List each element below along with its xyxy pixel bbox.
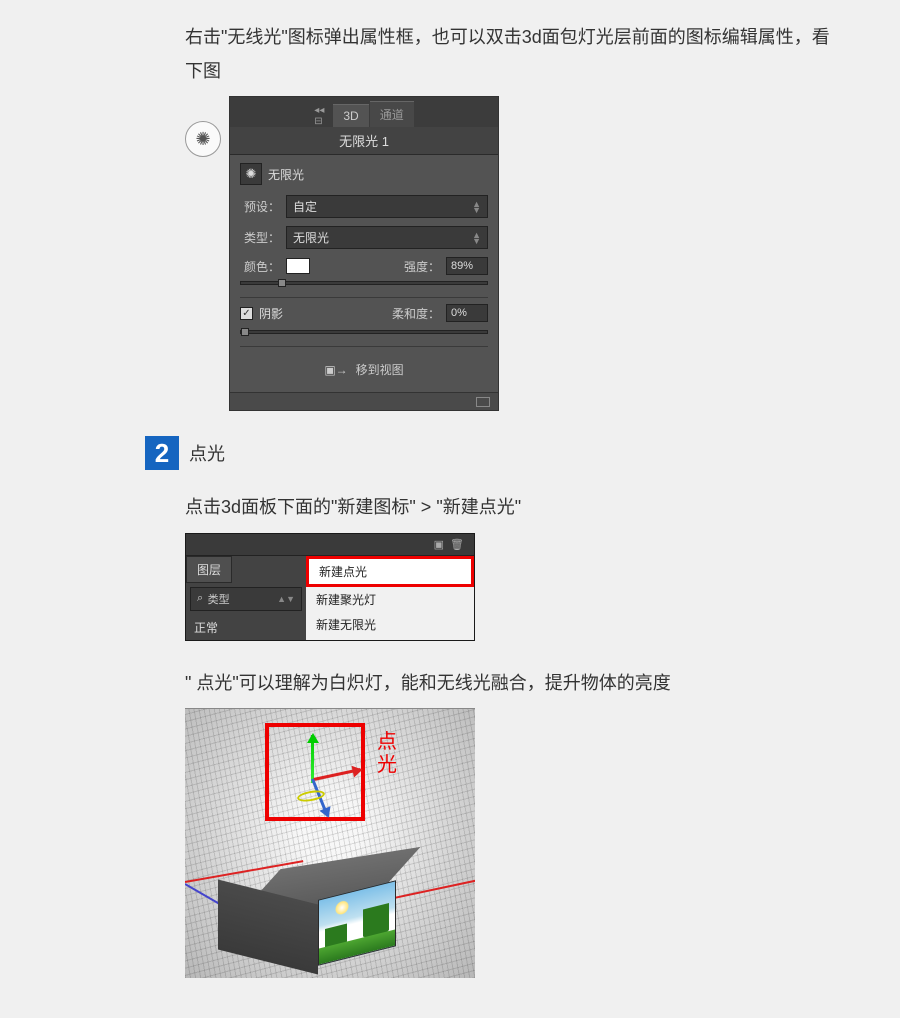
move-to-view-button[interactable]: ▣→ 移到视图 bbox=[240, 355, 488, 384]
new-icon[interactable]: ▣ bbox=[434, 538, 444, 551]
preset-value: 自定 bbox=[293, 198, 317, 215]
intensity-label: 强度： bbox=[404, 258, 440, 275]
intensity-input[interactable]: 89% bbox=[446, 257, 488, 275]
panel-footer bbox=[230, 392, 498, 410]
type-value: 无限光 bbox=[293, 229, 329, 246]
layers-tab[interactable]: 图层 bbox=[186, 556, 232, 583]
properties-panel: ◂◂⊟ 3D 通道 无限光 1 ✺ 无限光 预设： 自定 ▲▼ 类 bbox=[229, 96, 499, 411]
gizmo-y-axis bbox=[311, 735, 314, 783]
type-select[interactable]: 无限光 ▲▼ bbox=[286, 226, 488, 249]
trash-icon[interactable]: 🗑 bbox=[450, 538, 464, 551]
color-swatch[interactable] bbox=[286, 258, 310, 274]
instruction-paragraph: 点击3d面板下面的"新建图标" > "新建点光" bbox=[185, 490, 830, 524]
dropdown-arrows-icon: ▲▼ bbox=[472, 232, 481, 245]
type-label: 类型： bbox=[240, 229, 280, 246]
annotation-label: 点光 bbox=[377, 731, 397, 777]
step-number-badge: 2 bbox=[145, 436, 179, 470]
color-label: 颜色： bbox=[240, 258, 280, 275]
menu-new-point-light[interactable]: 新建点光 bbox=[306, 556, 474, 587]
infinite-light-icon[interactable]: ✺ bbox=[240, 163, 262, 185]
panel-collapse-icons: ◂◂⊟ bbox=[314, 105, 324, 127]
light-type-name: 无限光 bbox=[268, 166, 304, 183]
move-to-view-icon: ▣→ bbox=[324, 363, 347, 377]
divider bbox=[240, 297, 488, 298]
shadow-label: 阴影 bbox=[259, 305, 283, 322]
intro-paragraph: 右击"无线光"图标弹出属性框，也可以双击3d面包灯光层前面的图标编辑属性，看下图 bbox=[185, 20, 830, 88]
filter-label: 类型 bbox=[208, 591, 230, 607]
slider-thumb[interactable] bbox=[241, 328, 249, 336]
texture-sun bbox=[335, 899, 349, 916]
menu-new-infinite-light[interactable]: 新建无限光 bbox=[306, 612, 474, 637]
move-to-view-label: 移到视图 bbox=[356, 361, 404, 378]
dropdown-arrows-icon: ▲▼ bbox=[277, 594, 295, 604]
softness-slider[interactable] bbox=[240, 330, 488, 334]
cube-object bbox=[240, 884, 380, 978]
layers-panel-with-menu: ▣ 🗑 图层 ⌕ 类型 ▲▼ 正常 新建点光 新建聚光灯 新建无限光 bbox=[185, 533, 475, 641]
intensity-slider[interactable] bbox=[240, 281, 488, 285]
softness-label: 柔和度： bbox=[392, 305, 440, 322]
shadow-checkbox[interactable]: ✓ bbox=[240, 307, 253, 320]
dropdown-arrows-icon: ▲▼ bbox=[472, 201, 481, 214]
panel-title: 无限光 1 bbox=[230, 127, 498, 155]
viewport-screenshot: 点光 bbox=[185, 708, 475, 978]
divider bbox=[240, 346, 488, 347]
preset-label: 预设： bbox=[240, 198, 280, 215]
light-bulb-icon: ✺ bbox=[185, 121, 221, 157]
search-icon: ⌕ bbox=[197, 592, 203, 605]
blend-mode[interactable]: 正常 bbox=[186, 615, 306, 640]
step-title: 点光 bbox=[189, 440, 225, 466]
tab-3d[interactable]: 3D bbox=[333, 104, 368, 127]
tab-channels[interactable]: 通道 bbox=[370, 101, 414, 127]
slider-thumb[interactable] bbox=[278, 279, 286, 287]
preset-select[interactable]: 自定 ▲▼ bbox=[286, 195, 488, 218]
context-menu: 新建点光 新建聚光灯 新建无限光 bbox=[306, 556, 474, 640]
description-paragraph: " 点光"可以理解为白炽灯，能和无线光融合，提升物体的亮度 bbox=[185, 666, 830, 700]
menu-new-spot-light[interactable]: 新建聚光灯 bbox=[306, 587, 474, 612]
panel-menu-icon[interactable] bbox=[476, 397, 490, 407]
softness-input[interactable]: 0% bbox=[446, 304, 488, 322]
filter-select[interactable]: ⌕ 类型 ▲▼ bbox=[190, 587, 302, 611]
